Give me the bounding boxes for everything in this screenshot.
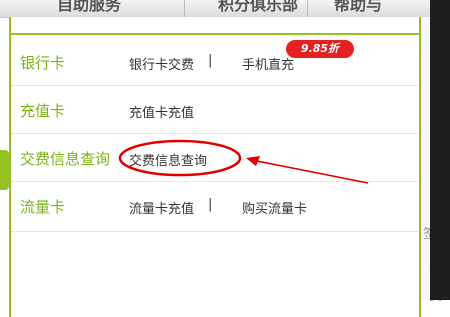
arrow-icon bbox=[246, 156, 260, 166]
annotation-layer bbox=[118, 139, 369, 184]
pointer-arrow-line bbox=[251, 159, 369, 184]
highlight-circle bbox=[118, 139, 242, 177]
